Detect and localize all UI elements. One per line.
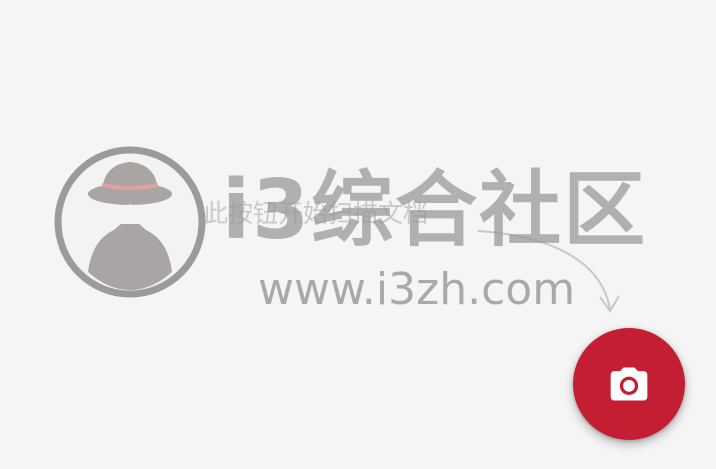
camera-icon bbox=[610, 367, 648, 401]
watermark-url: www.i3zh.com bbox=[258, 264, 576, 315]
scan-empty-screen: 按此按钮开始扫描文档 i3综合社区 www.i3zh.com bbox=[0, 0, 716, 469]
scan-camera-button[interactable] bbox=[573, 328, 685, 440]
watermark-logo-icon bbox=[54, 146, 206, 298]
watermark-title: i3综合社区 bbox=[222, 163, 648, 258]
